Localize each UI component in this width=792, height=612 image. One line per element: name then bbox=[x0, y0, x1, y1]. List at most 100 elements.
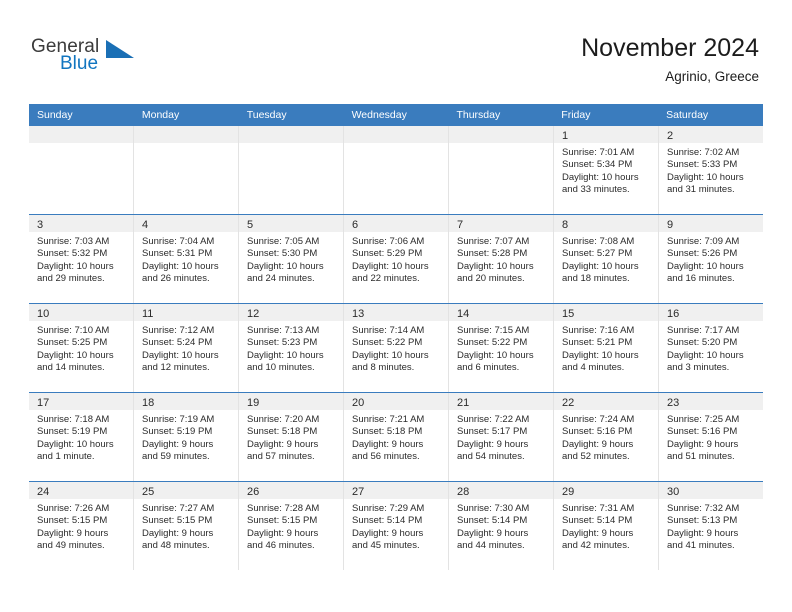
day-number: 23 bbox=[667, 397, 680, 409]
day-details: Sunrise: 7:21 AM Sunset: 5:18 PM Daylight:… bbox=[344, 410, 448, 464]
calendar-day-cell[interactable]: 27 Sunrise: 7:29 AM Sunset: 5:14 PM Dayligh… bbox=[344, 482, 449, 570]
calendar-week-row: 10 Sunrise: 7:10 AM Sunset: 5:25 PM Dayligh… bbox=[29, 303, 763, 392]
day-detail-line: and 14 minutes. bbox=[37, 362, 105, 374]
day-number-band: 16 bbox=[659, 304, 763, 321]
day-details: Sunrise: 7:25 AM Sunset: 5:16 PM Daylight:… bbox=[659, 410, 763, 464]
day-detail-line: Sunset: 5:18 PM bbox=[352, 426, 423, 438]
weekday-header-sunday: Sunday bbox=[37, 109, 73, 121]
weekday-header-friday: Friday bbox=[561, 109, 591, 121]
day-number-band: 5 bbox=[239, 215, 343, 232]
day-detail-line: Daylight: 10 hours bbox=[142, 260, 219, 272]
day-number-band bbox=[449, 126, 553, 143]
day-details: Sunrise: 7:14 AM Sunset: 5:22 PM Daylight:… bbox=[344, 321, 448, 375]
calendar-day-cell[interactable]: 29 Sunrise: 7:31 AM Sunset: 5:14 PM Dayligh… bbox=[554, 482, 659, 570]
calendar-day-cell[interactable]: 6 Sunrise: 7:06 AM Sunset: 5:29 PM Daylight… bbox=[344, 215, 449, 303]
day-number: 14 bbox=[457, 308, 470, 320]
day-number: 3 bbox=[37, 219, 44, 231]
day-number: 6 bbox=[352, 219, 359, 231]
day-detail-line: and 41 minutes. bbox=[667, 540, 735, 552]
day-details: Sunrise: 7:31 AM Sunset: 5:14 PM Daylight:… bbox=[554, 499, 658, 553]
calendar-day-cell[interactable]: 26 Sunrise: 7:28 AM Sunset: 5:15 PM Dayligh… bbox=[239, 482, 344, 570]
day-number: 16 bbox=[667, 308, 680, 320]
calendar-day-cell[interactable]: 16 Sunrise: 7:17 AM Sunset: 5:20 PM Dayligh… bbox=[659, 304, 763, 392]
day-details: Sunrise: 7:27 AM Sunset: 5:15 PM Daylight:… bbox=[134, 499, 238, 553]
calendar-day-cell[interactable]: 18 Sunrise: 7:19 AM Sunset: 5:19 PM Dayligh… bbox=[134, 393, 239, 481]
day-detail-line: Sunset: 5:34 PM bbox=[562, 159, 633, 171]
calendar-day-cell[interactable]: 2 Sunrise: 7:02 AM Sunset: 5:33 PM Daylight… bbox=[659, 126, 763, 214]
day-number: 27 bbox=[352, 486, 365, 498]
day-detail-line: Daylight: 10 hours bbox=[352, 349, 429, 361]
day-detail-line: Sunset: 5:30 PM bbox=[247, 248, 318, 260]
day-details: Sunrise: 7:22 AM Sunset: 5:17 PM Daylight:… bbox=[449, 410, 553, 464]
day-detail-line: Daylight: 9 hours bbox=[142, 438, 214, 450]
day-detail-line: Sunset: 5:16 PM bbox=[562, 426, 633, 438]
calendar-grid: Sunday Monday Tuesday Wednesday Thursday Frid… bbox=[29, 104, 763, 570]
day-details: Sunrise: 7:10 AM Sunset: 5:25 PM Daylight:… bbox=[29, 321, 133, 375]
day-detail-line: Sunrise: 7:20 AM bbox=[247, 414, 320, 425]
calendar-day-cell[interactable]: 30 Sunrise: 7:32 AM Sunset: 5:13 PM Dayligh… bbox=[659, 482, 763, 570]
day-number: 22 bbox=[562, 397, 575, 409]
calendar-day-cell[interactable]: 14 Sunrise: 7:15 AM Sunset: 5:22 PM Dayligh… bbox=[449, 304, 554, 392]
calendar-day-cell[interactable]: 17 Sunrise: 7:18 AM Sunset: 5:19 PM Dayligh… bbox=[29, 393, 134, 481]
brand-logo[interactable]: General Blue bbox=[31, 36, 171, 84]
calendar-day-cell[interactable]: 7 Sunrise: 7:07 AM Sunset: 5:28 PM Daylight… bbox=[449, 215, 554, 303]
calendar-day-cell[interactable]: 9 Sunrise: 7:09 AM Sunset: 5:26 PM Daylight… bbox=[659, 215, 763, 303]
day-number-band: 6 bbox=[344, 215, 448, 232]
brand-name-blue: Blue bbox=[60, 53, 99, 74]
calendar-day-cell[interactable]: 5 Sunrise: 7:05 AM Sunset: 5:30 PM Daylight… bbox=[239, 215, 344, 303]
day-detail-line: Daylight: 10 hours bbox=[37, 438, 114, 450]
day-detail-line: Daylight: 10 hours bbox=[457, 349, 534, 361]
day-details: Sunrise: 7:24 AM Sunset: 5:16 PM Daylight:… bbox=[554, 410, 658, 464]
calendar-cell-empty bbox=[134, 126, 239, 214]
day-detail-line: Daylight: 10 hours bbox=[142, 349, 219, 361]
calendar-day-cell[interactable]: 24 Sunrise: 7:26 AM Sunset: 5:15 PM Dayligh… bbox=[29, 482, 134, 570]
day-number-band: 7 bbox=[449, 215, 553, 232]
calendar-day-cell[interactable]: 15 Sunrise: 7:16 AM Sunset: 5:21 PM Dayligh… bbox=[554, 304, 659, 392]
day-detail-line: Sunrise: 7:02 AM bbox=[667, 147, 740, 158]
day-details: Sunrise: 7:09 AM Sunset: 5:26 PM Daylight:… bbox=[659, 232, 763, 286]
day-detail-line: and 44 minutes. bbox=[457, 540, 525, 552]
day-detail-line: and 33 minutes. bbox=[562, 184, 630, 196]
calendar-day-cell[interactable]: 19 Sunrise: 7:20 AM Sunset: 5:18 PM Dayligh… bbox=[239, 393, 344, 481]
calendar-day-cell[interactable]: 28 Sunrise: 7:30 AM Sunset: 5:14 PM Dayligh… bbox=[449, 482, 554, 570]
day-number-band: 1 bbox=[554, 126, 658, 143]
day-number-band: 3 bbox=[29, 215, 133, 232]
day-detail-line: and 26 minutes. bbox=[142, 273, 210, 285]
day-detail-line: Daylight: 9 hours bbox=[562, 527, 634, 539]
day-number-band: 10 bbox=[29, 304, 133, 321]
day-details: Sunrise: 7:06 AM Sunset: 5:29 PM Daylight:… bbox=[344, 232, 448, 286]
day-detail-line: Daylight: 10 hours bbox=[457, 260, 534, 272]
day-detail-line: and 46 minutes. bbox=[247, 540, 315, 552]
day-detail-line: Sunrise: 7:17 AM bbox=[667, 325, 740, 336]
day-detail-line: and 59 minutes. bbox=[142, 451, 210, 463]
calendar-day-cell[interactable]: 1 Sunrise: 7:01 AM Sunset: 5:34 PM Daylight… bbox=[554, 126, 659, 214]
page-title: November 2024 bbox=[581, 34, 759, 62]
calendar-day-cell[interactable]: 25 Sunrise: 7:27 AM Sunset: 5:15 PM Dayligh… bbox=[134, 482, 239, 570]
calendar-day-cell[interactable]: 13 Sunrise: 7:14 AM Sunset: 5:22 PM Dayligh… bbox=[344, 304, 449, 392]
calendar-day-cell[interactable]: 21 Sunrise: 7:22 AM Sunset: 5:17 PM Dayligh… bbox=[449, 393, 554, 481]
calendar-day-cell[interactable]: 12 Sunrise: 7:13 AM Sunset: 5:23 PM Dayligh… bbox=[239, 304, 344, 392]
calendar-cell-empty bbox=[29, 126, 134, 214]
day-detail-line: Sunrise: 7:32 AM bbox=[667, 503, 740, 514]
day-detail-line: Daylight: 9 hours bbox=[667, 527, 739, 539]
day-detail-line: Sunset: 5:14 PM bbox=[457, 515, 528, 527]
calendar-day-cell[interactable]: 4 Sunrise: 7:04 AM Sunset: 5:31 PM Daylight… bbox=[134, 215, 239, 303]
day-number-band bbox=[239, 126, 343, 143]
day-number-band: 21 bbox=[449, 393, 553, 410]
day-details: Sunrise: 7:13 AM Sunset: 5:23 PM Daylight:… bbox=[239, 321, 343, 375]
calendar-day-cell[interactable]: 20 Sunrise: 7:21 AM Sunset: 5:18 PM Dayligh… bbox=[344, 393, 449, 481]
day-number-band bbox=[134, 126, 238, 143]
day-number-band: 14 bbox=[449, 304, 553, 321]
day-details: Sunrise: 7:15 AM Sunset: 5:22 PM Daylight:… bbox=[449, 321, 553, 375]
calendar-day-cell[interactable]: 10 Sunrise: 7:10 AM Sunset: 5:25 PM Dayligh… bbox=[29, 304, 134, 392]
day-details: Sunrise: 7:28 AM Sunset: 5:15 PM Daylight:… bbox=[239, 499, 343, 553]
calendar-day-cell[interactable]: 22 Sunrise: 7:24 AM Sunset: 5:16 PM Dayligh… bbox=[554, 393, 659, 481]
calendar-day-cell[interactable]: 3 Sunrise: 7:03 AM Sunset: 5:32 PM Daylight… bbox=[29, 215, 134, 303]
day-detail-line: Sunrise: 7:28 AM bbox=[247, 503, 320, 514]
day-detail-line: Sunset: 5:15 PM bbox=[247, 515, 318, 527]
day-detail-line: Sunset: 5:14 PM bbox=[562, 515, 633, 527]
calendar-day-cell[interactable]: 8 Sunrise: 7:08 AM Sunset: 5:27 PM Daylight… bbox=[554, 215, 659, 303]
calendar-day-cell[interactable]: 11 Sunrise: 7:12 AM Sunset: 5:24 PM Dayligh… bbox=[134, 304, 239, 392]
calendar-day-cell[interactable]: 23 Sunrise: 7:25 AM Sunset: 5:16 PM Dayligh… bbox=[659, 393, 763, 481]
day-detail-line: Sunrise: 7:24 AM bbox=[562, 414, 635, 425]
